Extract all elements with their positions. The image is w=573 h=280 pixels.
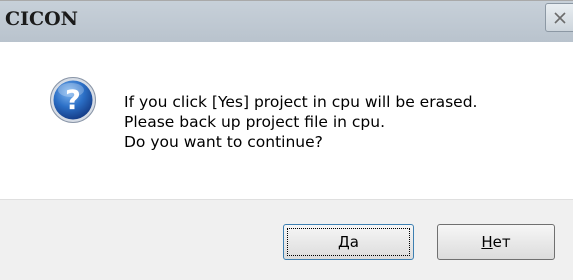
focus-ring [287, 228, 410, 256]
title-bar[interactable]: CICON [0, 1, 573, 42]
question-icon: ? [50, 77, 96, 123]
window-title: CICON [5, 8, 79, 30]
message-line-1: If you click [Yes] project in cpu will b… [124, 93, 478, 111]
button-bar: Да Нет [0, 199, 573, 280]
no-button-label: Нет [481, 233, 511, 251]
message-text: If you click [Yes] project in cpu will b… [124, 92, 477, 152]
close-icon [554, 12, 566, 24]
message-dialog: CICON ? If you click [Yes] project in cp… [0, 0, 573, 280]
yes-button[interactable]: Да [283, 224, 414, 260]
svg-text:?: ? [65, 85, 81, 116]
close-button[interactable] [545, 3, 573, 32]
message-line-2: Please back up project file in cpu. [124, 113, 386, 131]
no-button[interactable]: Нет [437, 224, 555, 260]
message-line-3: Do you want to continue? [124, 133, 323, 151]
